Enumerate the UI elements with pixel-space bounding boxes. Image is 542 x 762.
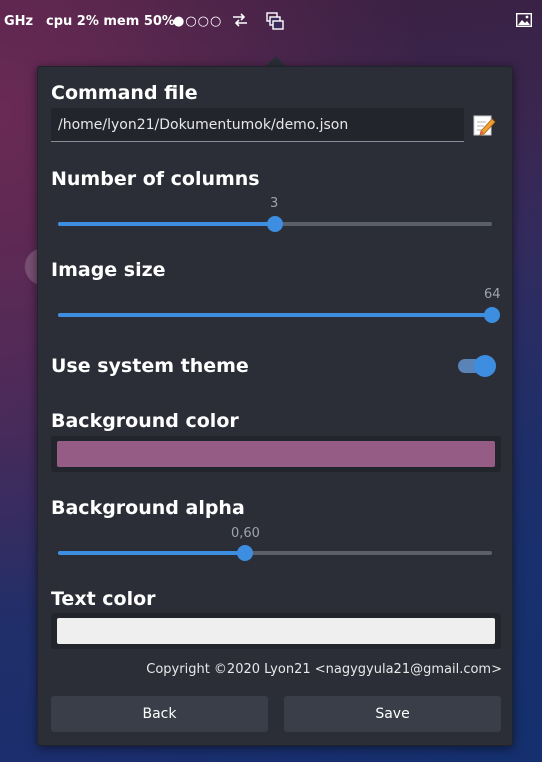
background-alpha-slider-fill xyxy=(58,551,245,555)
background-alpha-slider[interactable] xyxy=(58,543,492,563)
popup-pointer xyxy=(266,56,286,66)
image-size-value: 64 xyxy=(484,287,501,302)
image-size-slider-fill xyxy=(58,313,492,317)
cpu-frequency-unit: GHz xyxy=(4,14,34,29)
columns-label: Number of columns xyxy=(51,168,260,190)
system-theme-toggle[interactable] xyxy=(458,355,496,377)
text-color-label: Text color xyxy=(51,588,156,610)
columns-value: 3 xyxy=(270,196,279,211)
columns-slider-fill xyxy=(58,222,275,226)
background-color-swatch xyxy=(57,441,495,467)
save-button[interactable]: Save xyxy=(284,696,501,732)
background-alpha-value: 0,60 xyxy=(231,526,260,541)
system-monitor[interactable]: cpu 2% mem 50% xyxy=(46,14,175,30)
background-color-picker[interactable] xyxy=(51,436,501,472)
columns-slider[interactable] xyxy=(58,214,492,234)
system-theme-label: Use system theme xyxy=(51,355,249,377)
back-button[interactable]: Back xyxy=(51,696,268,732)
command-file-input[interactable]: /home/lyon21/Dokumentumok/demo.json xyxy=(51,108,464,142)
image-size-label: Image size xyxy=(51,259,166,281)
background-color-label: Background color xyxy=(51,410,239,432)
virtual-desktop-pager[interactable]: ●○○○ xyxy=(173,14,222,30)
command-file-label: Command file xyxy=(51,82,198,104)
edit-file-icon[interactable] xyxy=(472,113,496,137)
windows-applet-icon[interactable] xyxy=(266,12,284,35)
text-color-picker[interactable] xyxy=(51,613,501,649)
image-size-slider-handle[interactable] xyxy=(484,307,500,323)
background-alpha-slider-handle[interactable] xyxy=(236,545,253,561)
taskbar: GHz cpu 2% mem 50% ●○○○ xyxy=(0,0,542,44)
settings-popup: Command file /home/lyon21/Dokumentumok/d… xyxy=(37,66,513,746)
image-icon[interactable] xyxy=(515,12,533,32)
background-alpha-label: Background alpha xyxy=(51,497,245,519)
image-size-slider[interactable] xyxy=(58,305,500,325)
text-color-swatch xyxy=(57,618,495,644)
columns-slider-handle[interactable] xyxy=(267,216,283,232)
switch-arrows-icon[interactable] xyxy=(231,12,249,33)
copyright-text: Copyright ©2020 Lyon21 <nagygyula21@gmai… xyxy=(146,662,502,677)
